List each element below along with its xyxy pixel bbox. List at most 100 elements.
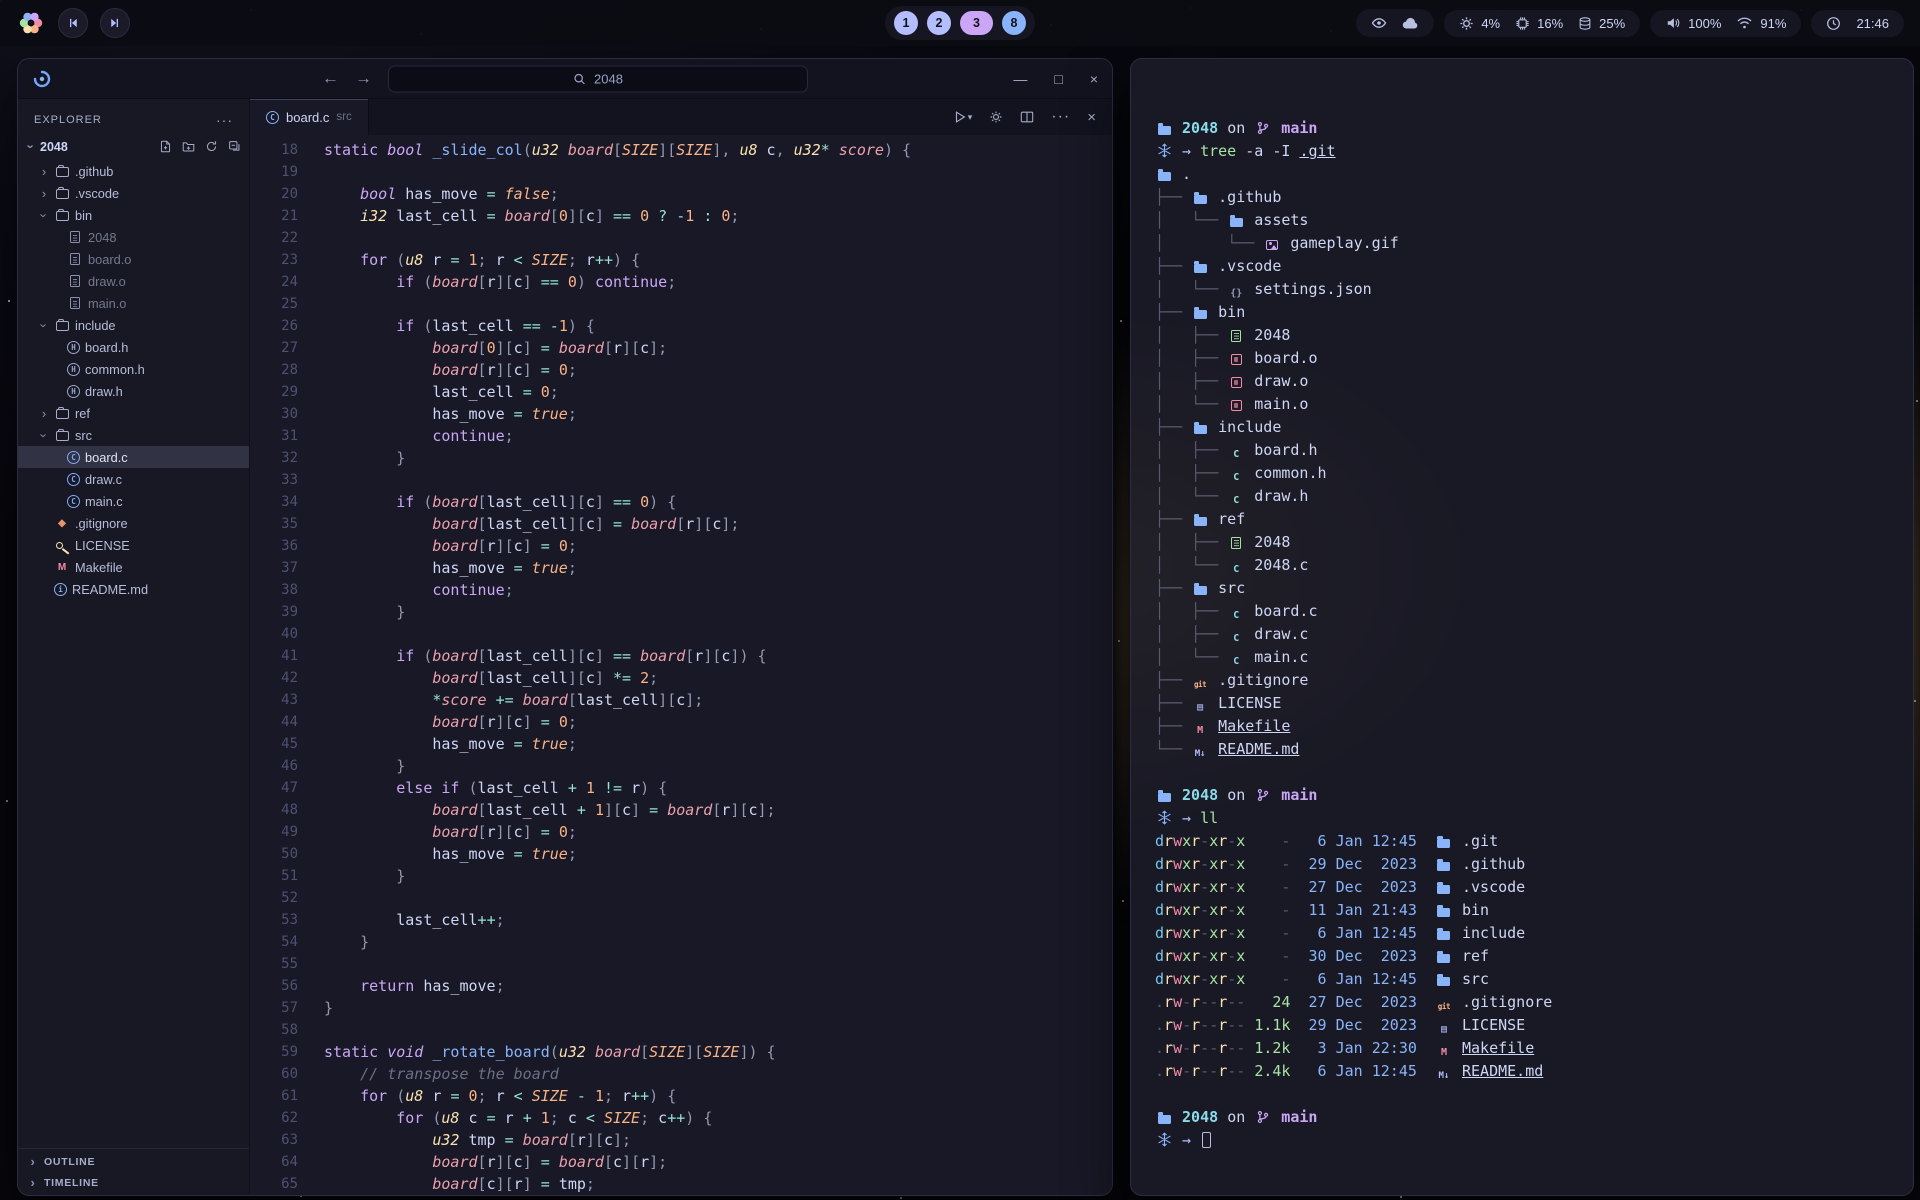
explorer-item-LICENSE[interactable]: LICENSE [18,534,249,556]
explorer-item-Makefile[interactable]: MMakefile [18,556,249,578]
terminal-line: ├── include [1155,416,1913,439]
explorer-more-actions[interactable]: ··· [216,112,233,128]
outline-panel-header[interactable]: ›OUTLINE [18,1151,249,1172]
chevron-icon[interactable]: › [39,406,49,421]
code-line: 65 board[c][r] = tmp; [250,1173,1112,1195]
terminal-text: main [1272,119,1317,137]
close-editor-button[interactable]: × [1087,109,1096,126]
item-label: src [75,428,92,443]
explorer-item-draw.h[interactable]: Hdraw.h [18,380,249,402]
top-bar: 1238 4% 16% [0,0,1920,46]
explorer-item-2048[interactable]: 2048 [18,226,249,248]
terminal-text [1417,1062,1435,1080]
explorer-item-bin[interactable]: ›bin [18,204,249,226]
file-link[interactable]: Makefile [1462,1039,1534,1057]
file-link[interactable]: Makefile [1218,717,1290,735]
chevron-icon[interactable]: › [37,320,52,330]
terminal-text: → [1182,809,1200,827]
clock-module[interactable]: 21:46 [1811,10,1904,37]
chevron-icon[interactable]: › [37,430,52,440]
workspace-8[interactable]: 8 [1002,11,1026,35]
explorer-item-draw.c[interactable]: Cdraw.c [18,468,249,490]
markdown-icon: M↓ [1191,743,1209,766]
object-file-icon [67,297,83,310]
chevron-icon[interactable]: › [37,210,52,220]
app-launcher-button[interactable] [16,8,46,38]
terminal-window[interactable]: 2048 on main → tree -a -I .git .├── .git… [1130,58,1914,1196]
terminal-line: .rw-r--r-- 1.1k 29 Dec 2023 ▤ LICENSE [1155,1014,1913,1037]
command-center-search[interactable]: 2048 [388,65,808,92]
disk-stat: 25% [1578,16,1625,31]
close-button[interactable]: × [1090,71,1098,87]
explorer-item-README.md[interactable]: iREADME.md [18,578,249,600]
line-number: 58 [250,1019,298,1041]
explorer-item-main.o[interactable]: main.o [18,292,249,314]
explorer-item-.vscode[interactable]: ›.vscode [18,182,249,204]
tab-board-c[interactable]: C board.c src [250,99,369,135]
workspace-1[interactable]: 1 [894,11,918,35]
media-prev-button[interactable] [58,8,88,38]
folder-icon [1435,882,1453,895]
audio-network-module[interactable]: 100% 91% [1650,10,1801,37]
explorer-item-board.o[interactable]: board.o [18,248,249,270]
minimize-button[interactable]: — [1013,71,1027,87]
code-line: 37 has_move = true; [250,557,1112,579]
nav-back-button[interactable]: ← [322,69,339,89]
explorer-item-ref[interactable]: ›ref [18,402,249,424]
maximize-button[interactable]: □ [1054,71,1062,87]
folder-icon [54,407,70,419]
code-area[interactable]: 18static bool _slide_col(u32 board[SIZE]… [250,135,1112,1195]
terminal-text: → [1182,1131,1200,1149]
terminal-text: on [1227,119,1254,137]
explorer-item-include[interactable]: ›include [18,314,249,336]
line-number: 47 [250,777,298,799]
workspace-3[interactable]: 3 [960,11,993,35]
media-next-button[interactable] [100,8,130,38]
explorer-root-folder[interactable]: › 2048 [18,135,249,158]
file-link[interactable]: README.md [1462,1062,1543,1080]
new-file-button[interactable] [159,140,172,153]
refresh-explorer-button[interactable] [205,140,218,153]
run-button[interactable]: ▾ [953,110,973,124]
terminal-text: 30 Dec 2023 [1290,947,1416,965]
terminal-line: │ └── C main.c [1155,646,1913,669]
line-number: 44 [250,711,298,733]
explorer-item-.gitignore[interactable]: ◆.gitignore [18,512,249,534]
timeline-panel-header[interactable]: ›TIMELINE [18,1172,249,1193]
terminal-line: │ ├── board.o [1155,347,1913,370]
terminal-text: common.h [1245,464,1326,482]
code-line: 32 } [250,447,1112,469]
file-link[interactable]: README.md [1218,740,1299,758]
explorer-item-main.c[interactable]: Cmain.c [18,490,249,512]
terminal-line: → tree -a -I .git [1155,140,1913,163]
explorer-item-board.h[interactable]: Hboard.h [18,336,249,358]
vscode-titlebar[interactable]: ← → 2048 — □ × [18,59,1112,99]
terminal-text: │ ├── [1155,349,1227,367]
terminal-text: 1.1k [1245,1016,1290,1034]
explorer-item-draw.o[interactable]: draw.o [18,270,249,292]
more-actions-button[interactable]: ··· [1051,108,1070,126]
explorer-item-board.c[interactable]: Cboard.c [18,446,249,468]
terminal-text: 11 Jan 21:43 [1290,901,1416,919]
code-line: 38 continue; [250,579,1112,601]
chevron-right-icon: › [28,1175,38,1190]
explorer-item-src[interactable]: › src [18,424,249,446]
terminal-line: ├── .vscode [1155,255,1913,278]
workspace-2[interactable]: 2 [927,11,951,35]
object-file-icon [1227,399,1245,411]
terminal-text: 1.2k [1245,1039,1290,1057]
chevron-icon[interactable]: › [39,186,49,201]
explorer-item-.github[interactable]: ›.github [18,160,249,182]
nav-forward-button[interactable]: → [355,69,372,89]
explorer-item-common.h[interactable]: Hcommon.h [18,358,249,380]
collapse-folders-button[interactable] [228,140,241,153]
idle-weather-module[interactable] [1356,9,1434,37]
chevron-icon[interactable]: › [39,164,49,179]
code-line: 43 *score += board[last_cell][c]; [250,689,1112,711]
search-value: 2048 [594,71,623,86]
settings-button[interactable] [989,110,1003,124]
terminal-text [1453,1039,1462,1057]
file-link[interactable]: .git [1299,142,1335,160]
new-folder-button[interactable] [182,140,195,153]
split-editor-button[interactable] [1020,110,1034,124]
